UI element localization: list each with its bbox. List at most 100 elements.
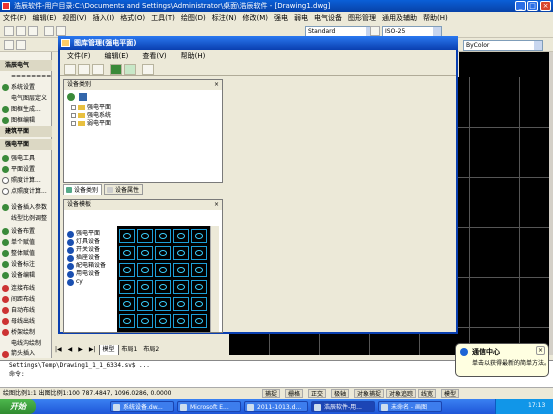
symbol-thumbnail[interactable] bbox=[155, 246, 171, 260]
symbol-thumbnail[interactable] bbox=[173, 229, 189, 243]
dialog-details-icon[interactable] bbox=[142, 64, 154, 75]
side-item-point-illuminance[interactable]: 点照度计算... bbox=[0, 186, 52, 197]
symbol-thumbnail[interactable] bbox=[173, 297, 189, 311]
snap-toggle[interactable]: 捕捉 bbox=[262, 389, 281, 398]
canvas-scrollbar[interactable] bbox=[549, 52, 553, 355]
symbol-thumbnail[interactable] bbox=[155, 280, 171, 294]
task-button[interactable]: 2011-1013.d... bbox=[244, 401, 308, 412]
symbol-thumbnail[interactable] bbox=[119, 314, 135, 328]
expand-icon[interactable] bbox=[71, 113, 76, 118]
symbol-thumbnail[interactable] bbox=[191, 314, 207, 328]
tree-node-strong-plan[interactable]: 强电平面 bbox=[71, 104, 111, 112]
side-item-0[interactable]: 浩辰电气 bbox=[0, 60, 52, 71]
template-item[interactable]: 插座设备 bbox=[67, 254, 114, 262]
template-item[interactable]: 开关设备 bbox=[67, 246, 114, 254]
symbol-thumbnail[interactable] bbox=[191, 280, 207, 294]
side-item-cable-trench[interactable]: 电线沟绘制 bbox=[0, 338, 52, 349]
symbol-thumbnail[interactable] bbox=[137, 297, 153, 311]
symbol-thumbnail[interactable] bbox=[137, 280, 153, 294]
symbol-thumbnail[interactable] bbox=[173, 246, 189, 260]
menu-help[interactable]: 帮助(H) bbox=[420, 12, 451, 24]
model-toggle[interactable]: 模型 bbox=[441, 389, 460, 398]
symbol-grid-scrollbar[interactable] bbox=[210, 226, 219, 332]
side-item-device-label[interactable]: 设备标注 bbox=[0, 259, 52, 270]
symbol-thumbnail[interactable] bbox=[137, 229, 153, 243]
print-icon[interactable] bbox=[44, 26, 54, 36]
side-item-frame-edit[interactable]: 图框编辑 bbox=[0, 115, 52, 126]
side-item-strong-plan[interactable]: 强电平面 bbox=[0, 139, 52, 150]
task-button[interactable]: 系统设备.dw... bbox=[110, 401, 174, 412]
symbol-thumbnail[interactable] bbox=[119, 246, 135, 260]
template-pane-close-icon[interactable]: × bbox=[214, 201, 221, 208]
template-item[interactable]: 强电平面 bbox=[67, 230, 114, 238]
side-item-whole-assign[interactable]: 整体赋值 bbox=[0, 248, 52, 259]
lineweight-toggle[interactable]: 线宽 bbox=[418, 389, 437, 398]
side-item-busbar-out[interactable]: 母线出线 bbox=[0, 316, 52, 327]
menu-file[interactable]: 文件(F) bbox=[0, 12, 30, 24]
balloon-message[interactable]: 单击以获得最新的简单方法。 bbox=[472, 358, 548, 367]
symbol-thumbnail[interactable] bbox=[137, 263, 153, 277]
category-pane-close-icon[interactable]: × bbox=[214, 81, 221, 88]
color-combo[interactable]: ByColor bbox=[463, 40, 543, 51]
menu-graphics-management[interactable]: 图形管理 bbox=[345, 12, 379, 24]
symbol-thumbnail[interactable] bbox=[137, 314, 153, 328]
symbol-thumbnail[interactable] bbox=[191, 246, 207, 260]
symbol-thumbnail[interactable] bbox=[191, 297, 207, 311]
osnap-toggle[interactable]: 对象捕捉 bbox=[354, 389, 385, 398]
prev-tab-button[interactable]: ◀ bbox=[65, 345, 76, 355]
save-icon[interactable] bbox=[28, 26, 38, 36]
task-button[interactable]: Microsoft E... bbox=[177, 401, 241, 412]
open-icon[interactable] bbox=[16, 26, 26, 36]
dialog-menu-file[interactable]: 文件(F) bbox=[60, 51, 98, 62]
menu-dimension[interactable]: 标注(N) bbox=[209, 12, 240, 24]
side-item-spacing-wiring[interactable]: 间距布线 bbox=[0, 294, 52, 305]
menu-insert[interactable]: 插入(I) bbox=[90, 12, 118, 24]
symbol-thumbnail[interactable] bbox=[119, 229, 135, 243]
dialog-refresh-icon[interactable] bbox=[110, 64, 122, 75]
new-icon[interactable] bbox=[4, 26, 14, 36]
symbol-thumbnail[interactable] bbox=[191, 229, 207, 243]
tab-layout2[interactable]: 布局2 bbox=[140, 345, 162, 355]
dialog-save-icon[interactable] bbox=[92, 64, 104, 75]
dialog-title-bar[interactable]: 图库管理(强电平面) bbox=[58, 36, 458, 50]
menu-edit[interactable]: 编辑(E) bbox=[30, 12, 60, 24]
symbol-thumbnail[interactable] bbox=[155, 229, 171, 243]
menu-tools[interactable]: 工具(T) bbox=[148, 12, 178, 24]
text-style-icon[interactable] bbox=[370, 26, 380, 36]
layer-manager-icon[interactable] bbox=[4, 40, 14, 50]
tab-device-category[interactable]: 设备类别 bbox=[63, 184, 103, 195]
side-item-strong-tools[interactable]: 强电工具 bbox=[0, 153, 52, 164]
menu-weak-current[interactable]: 弱电 bbox=[291, 12, 311, 24]
side-item-auto-wiring[interactable]: 自动布线 bbox=[0, 305, 52, 316]
symbol-thumbnail[interactable] bbox=[173, 263, 189, 277]
symbol-thumbnail[interactable] bbox=[119, 280, 135, 294]
dialog-link-icon[interactable] bbox=[124, 64, 136, 75]
ortho-toggle[interactable]: 正交 bbox=[308, 389, 327, 398]
close-button[interactable]: × bbox=[540, 1, 551, 11]
template-item[interactable]: cy bbox=[67, 278, 114, 286]
side-item-linetype-scale[interactable]: 线型比例调整 bbox=[0, 213, 52, 224]
category-refresh-icon[interactable] bbox=[67, 93, 75, 101]
minimize-button[interactable]: _ bbox=[515, 1, 526, 11]
maximize-button[interactable]: □ bbox=[527, 1, 538, 11]
side-item-system-settings[interactable]: 系统设置 bbox=[0, 82, 52, 93]
side-item-connect-wiring[interactable]: 连接布线 bbox=[0, 283, 52, 294]
symbol-thumbnail[interactable] bbox=[155, 297, 171, 311]
side-item-device-layout[interactable]: 设备布置 bbox=[0, 226, 52, 237]
symbol-thumbnail[interactable] bbox=[173, 280, 189, 294]
tab-model[interactable]: 模型 bbox=[98, 345, 119, 355]
menu-general-aux[interactable]: 通用及辅助 bbox=[379, 12, 420, 24]
side-item-layer-define[interactable]: 电气图层定义 bbox=[0, 93, 52, 104]
side-item-tray-draw[interactable]: 桥架绘制 bbox=[0, 327, 52, 338]
preview-icon[interactable] bbox=[56, 26, 66, 36]
symbol-thumbnail[interactable] bbox=[155, 263, 171, 277]
clock[interactable]: 17:13 bbox=[528, 402, 545, 409]
start-button[interactable]: 开始 bbox=[0, 399, 36, 414]
template-item[interactable]: 灯具设备 bbox=[67, 238, 114, 246]
menu-strong-current[interactable]: 强电 bbox=[271, 12, 291, 24]
expand-icon[interactable] bbox=[71, 121, 76, 126]
last-tab-button[interactable]: ▶| bbox=[86, 345, 99, 355]
dialog-menu-help[interactable]: 帮助(H) bbox=[174, 51, 213, 62]
grid-toggle[interactable]: 栅格 bbox=[285, 389, 304, 398]
layer-state-icon[interactable] bbox=[16, 40, 26, 50]
